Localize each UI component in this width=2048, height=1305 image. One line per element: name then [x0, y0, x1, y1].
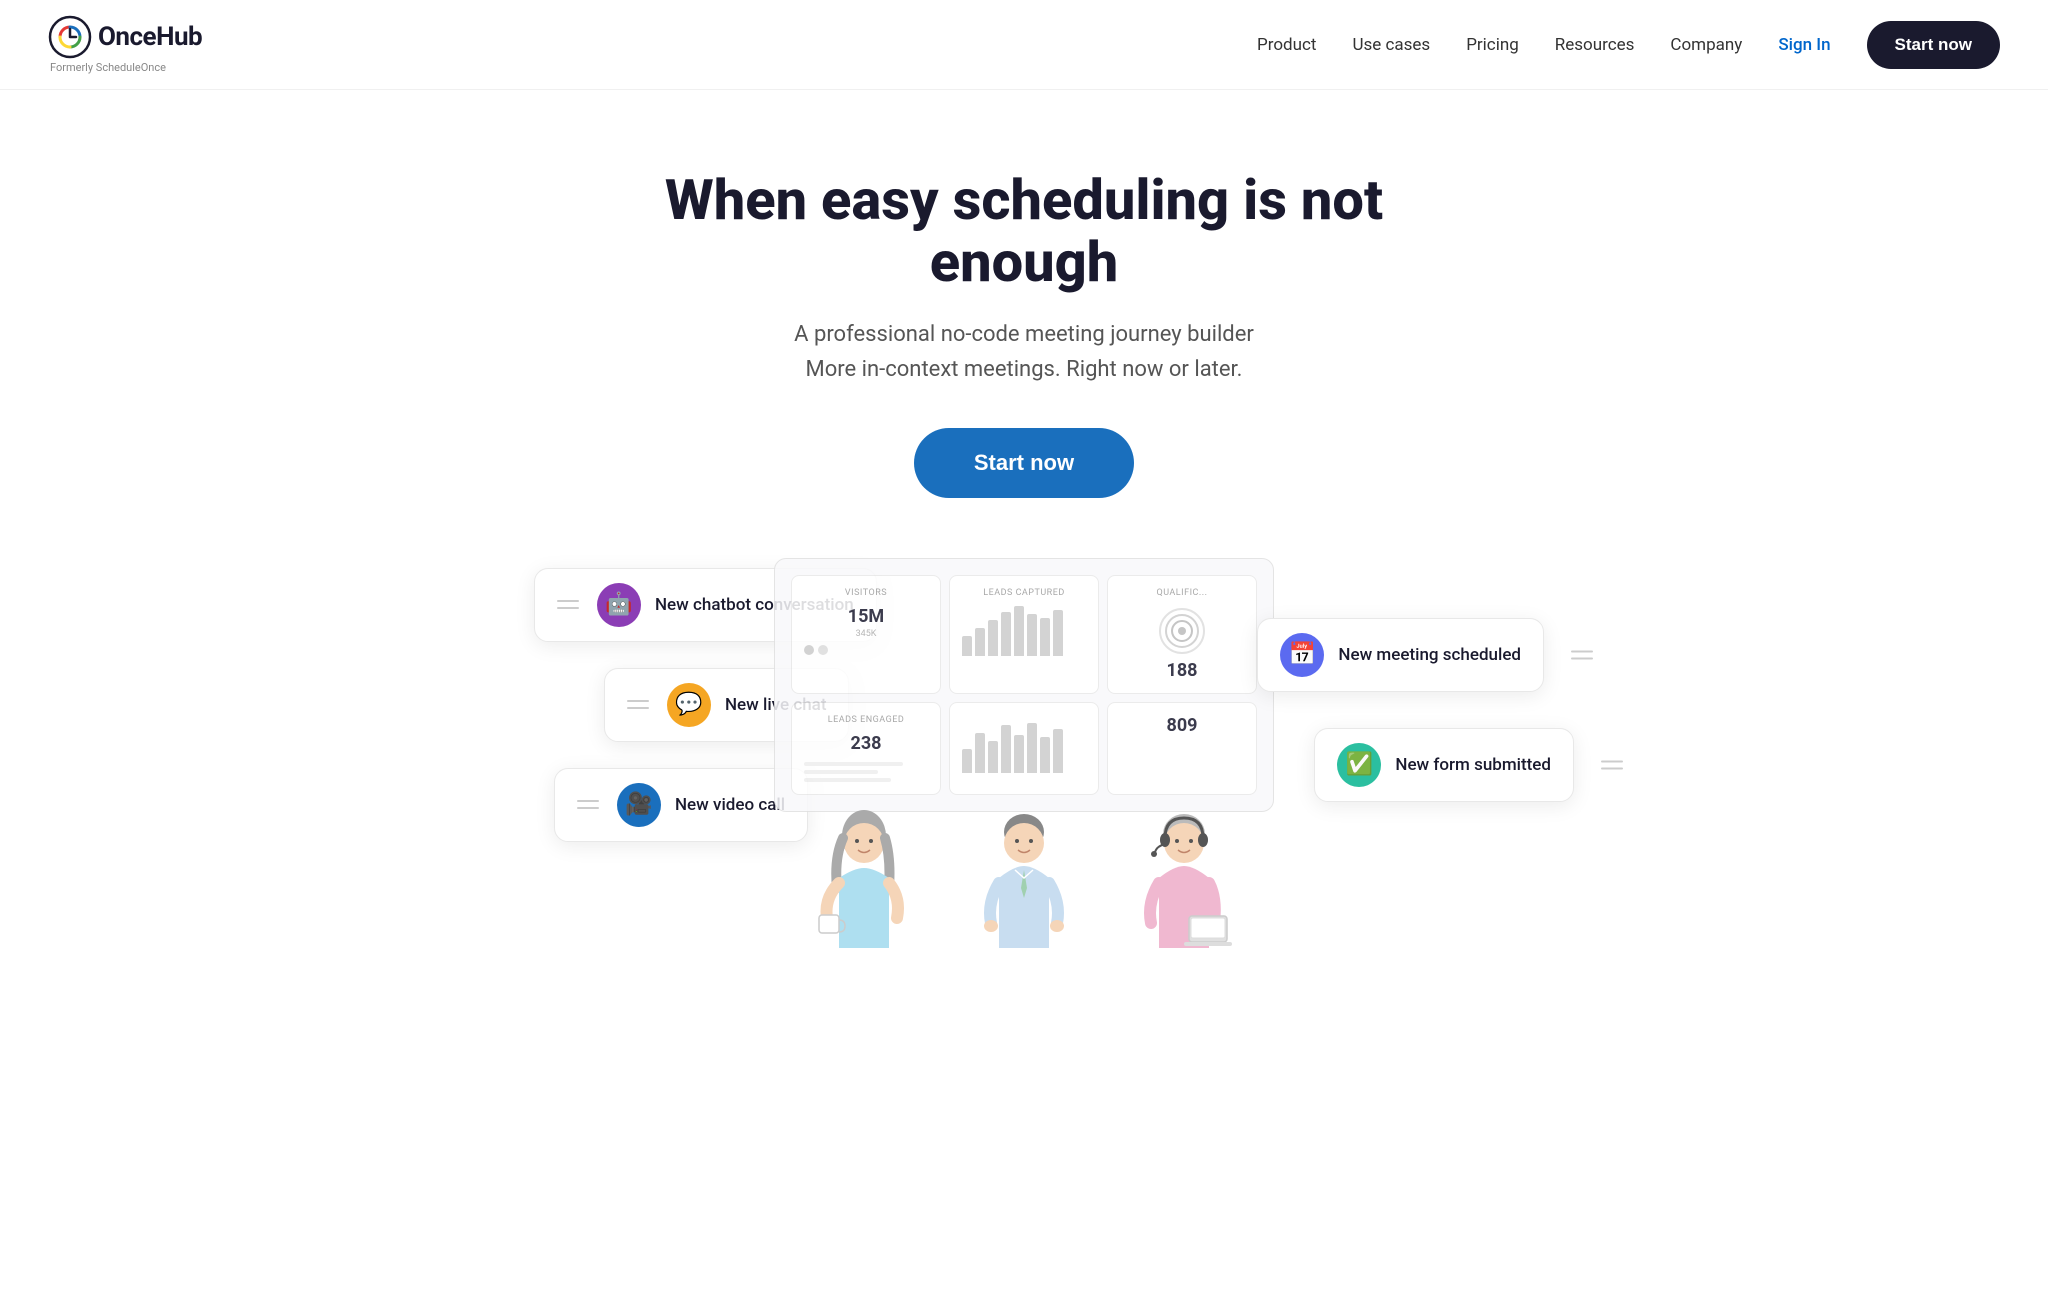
videocall-icon: 🎥 — [617, 783, 661, 827]
notif-form: ✅ New form submitted — [1314, 728, 1574, 802]
dash-qual-label: QUALIFIC... — [1120, 588, 1244, 598]
bar-e2 — [975, 733, 985, 773]
hero-section: When easy scheduling is not enough A pro… — [0, 90, 2048, 998]
bar-e3 — [988, 741, 998, 773]
dash-engaged-value: 238 — [804, 733, 928, 754]
bar-1 — [962, 636, 972, 656]
dash-card-engaged-chart — [949, 702, 1099, 795]
main-nav: OnceHub Formerly ScheduleOnce Product Us… — [0, 0, 2048, 90]
dashboard-mockup: VISITORS 15M 345K LEADS CAPTURED — [774, 558, 1274, 812]
nav-link-product[interactable]: Product — [1257, 35, 1316, 55]
person-1 — [804, 808, 924, 958]
dash-card-total: 809 — [1107, 702, 1257, 795]
bar-7 — [1040, 618, 1050, 656]
dash-card-qual: QUALIFIC... 188 — [1107, 575, 1257, 694]
person-2 — [964, 808, 1084, 958]
drag-handle-videocall[interactable] — [577, 800, 599, 809]
hero-subtext: A professional no-code meeting journey b… — [20, 317, 2028, 387]
dash-card-leads: LEADS CAPTURED — [949, 575, 1099, 694]
chatbot-icon: 🤖 — [597, 583, 641, 627]
engaged-bar-chart — [962, 723, 1086, 773]
hero-heading: When easy scheduling is not enough — [574, 170, 1474, 293]
dash-leads-label: LEADS CAPTURED — [962, 588, 1086, 598]
bar-5 — [1014, 606, 1024, 656]
bar-2 — [975, 628, 985, 656]
meeting-icon: 📅 — [1280, 633, 1324, 677]
nav-link-resources[interactable]: Resources — [1555, 35, 1635, 55]
bar-e7 — [1040, 737, 1050, 773]
dash-visitors-label: VISITORS — [804, 588, 928, 598]
dash-card-visitors: VISITORS 15M 345K — [791, 575, 941, 694]
bar-8 — [1053, 610, 1063, 656]
bar-4 — [1001, 612, 1011, 656]
dash-qual-value: 188 — [1120, 660, 1244, 681]
nav-link-use-cases[interactable]: Use cases — [1352, 35, 1430, 55]
drag-handle-chatbot[interactable] — [557, 600, 579, 609]
logo-subtitle: Formerly ScheduleOnce — [50, 61, 166, 74]
dash-visitors-value: 15M — [804, 606, 928, 627]
illustration-area: 🤖 New chatbot conversation 💬 New live ch… — [474, 558, 1574, 958]
bar-e6 — [1027, 723, 1037, 773]
nav-links: Product Use cases Pricing Resources Comp… — [1257, 21, 2000, 69]
logo-wordmark: OnceHub — [98, 22, 202, 52]
bar-3 — [988, 620, 998, 656]
dash-visitors-sub: 345K — [804, 629, 928, 639]
hero-cta-button[interactable]: Start now — [914, 428, 1134, 498]
person-1-svg — [809, 808, 919, 958]
target-graphic — [1157, 606, 1207, 656]
drag-handle-livechat[interactable] — [627, 700, 649, 709]
person-3 — [1124, 808, 1244, 958]
bar-e4 — [1001, 725, 1011, 773]
videocall-label: New video call — [675, 795, 785, 815]
form-label: New form submitted — [1395, 755, 1551, 775]
person-illustrations — [804, 808, 1244, 958]
hero-sub2: More in-context meetings. Right now or l… — [806, 357, 1243, 382]
drag-handle-meeting[interactable] — [1571, 650, 1593, 659]
bar-e8 — [1053, 729, 1063, 773]
dash-total-value: 809 — [1120, 715, 1244, 736]
hero-sub1: A professional no-code meeting journey b… — [794, 322, 1254, 347]
notif-meeting: 📅 New meeting scheduled — [1257, 618, 1544, 692]
dash-card-engaged: LEADS ENGAGED 238 — [791, 702, 941, 795]
drag-handle-form[interactable] — [1601, 760, 1623, 769]
meeting-label: New meeting scheduled — [1338, 645, 1521, 665]
person-2-svg — [969, 808, 1079, 958]
bar-6 — [1027, 614, 1037, 656]
nav-start-button[interactable]: Start now — [1867, 21, 2000, 69]
notif-videocall: 🎥 New video call — [554, 768, 808, 842]
leads-bar-chart — [962, 606, 1086, 656]
livechat-icon: 💬 — [667, 683, 711, 727]
dash-engaged-label: LEADS ENGAGED — [804, 715, 928, 725]
logo[interactable]: OnceHub Formerly ScheduleOnce — [48, 15, 202, 74]
person-3-svg — [1129, 808, 1239, 958]
nav-link-pricing[interactable]: Pricing — [1466, 35, 1519, 55]
nav-link-company[interactable]: Company — [1670, 35, 1742, 55]
bar-e5 — [1014, 735, 1024, 773]
form-icon: ✅ — [1337, 743, 1381, 787]
logo-icon — [48, 15, 92, 59]
signin-link[interactable]: Sign In — [1778, 35, 1830, 55]
bar-e1 — [962, 749, 972, 773]
